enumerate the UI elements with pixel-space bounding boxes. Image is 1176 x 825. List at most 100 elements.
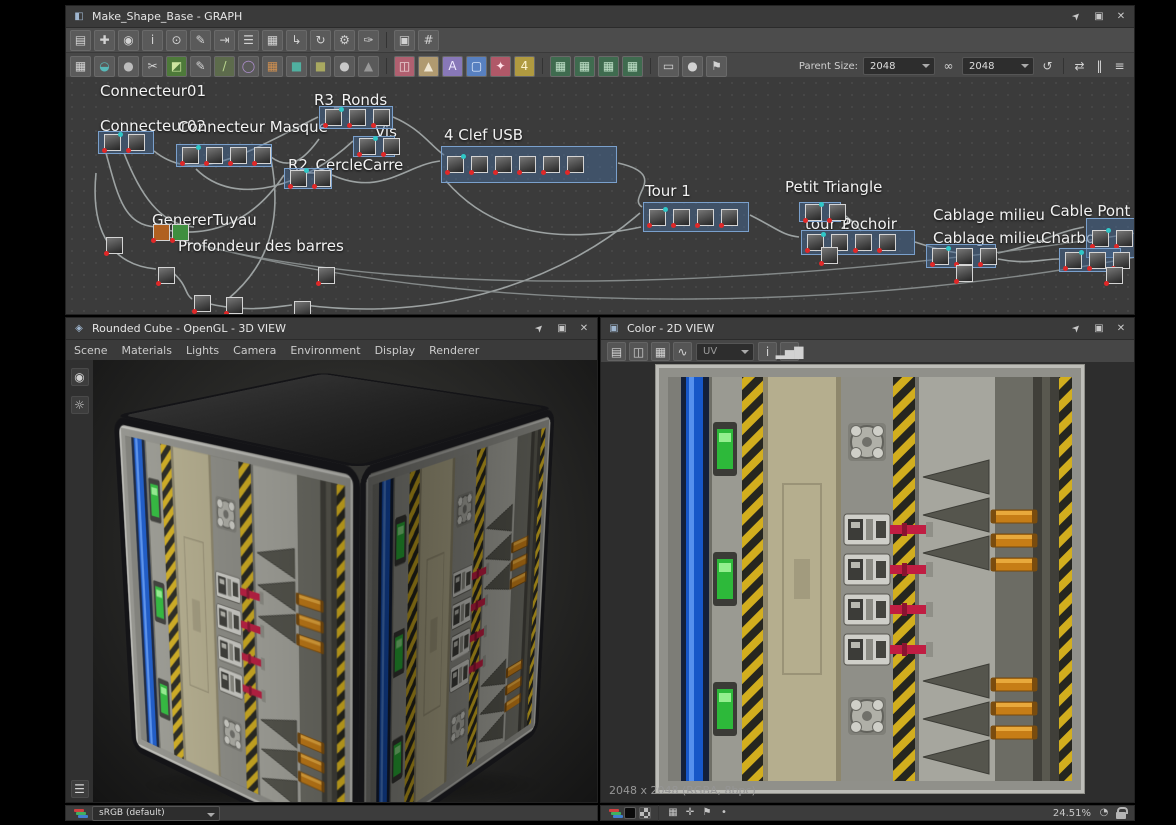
graph-canvas[interactable]: Connecteur01Connecteur02Connecteur Masqu… [66,77,1134,314]
graph-node[interactable] [697,209,714,226]
graph-node[interactable] [318,267,335,284]
graph-node[interactable] [359,138,376,155]
graph-node[interactable] [567,156,584,173]
menu-renderer[interactable]: Renderer [429,344,479,357]
colorspace-select[interactable]: sRGB (default) [92,806,220,821]
circle-icon[interactable]: ◔ [1097,806,1111,820]
camera-icon[interactable]: ◉ [71,368,89,386]
checker-swatch[interactable] [639,807,651,819]
link-icon[interactable]: ∿ [673,342,692,361]
pencil-node-icon[interactable]: ✎ [190,56,211,77]
split-view-icon[interactable]: ‖ [1091,58,1108,75]
graph-node[interactable] [104,134,121,151]
graph-node[interactable] [1065,252,1082,269]
graph-node[interactable] [226,297,243,314]
graph-node[interactable] [805,204,822,221]
gear-icon[interactable]: ⚙ [334,30,355,51]
graph-node[interactable] [294,301,311,314]
export-icon[interactable]: ⇥ [214,30,235,51]
node-cluster[interactable] [353,136,395,157]
wrench-icon[interactable]: ✑ [358,30,379,51]
histogram-icon[interactable]: ▂▅▇ [780,342,799,361]
graph-node[interactable] [1113,252,1130,269]
scissors-icon[interactable]: ✂ [142,56,163,77]
graph-node[interactable] [471,156,488,173]
teal-node-icon[interactable]: ■ [286,56,307,77]
graph-node[interactable] [254,147,271,164]
tile-node-icon[interactable]: ▦ [262,56,283,77]
cone-node-icon[interactable]: ▲ [358,56,379,77]
dot-node-icon[interactable]: ● [682,56,703,77]
olive-node-icon[interactable]: ■ [310,56,331,77]
graph-node[interactable] [980,248,997,265]
copy-icon[interactable]: ▦ [651,342,670,361]
graph-node[interactable] [373,109,390,126]
pin-icon[interactable]: ➤ [533,322,547,336]
graph-node[interactable] [106,237,123,254]
uv-mode-select[interactable]: UV [696,343,754,361]
node-cluster[interactable] [441,146,617,183]
graph-node[interactable] [495,156,512,173]
close-icon[interactable]: ✕ [577,322,591,336]
file-icon[interactable]: ▤ [70,30,91,51]
save-icon[interactable]: ◫ [629,342,648,361]
refresh-icon[interactable]: ↻ [310,30,331,51]
light-icon[interactable]: ☼ [71,396,89,414]
snap-grid-icon[interactable]: # [418,30,439,51]
graph-node[interactable] [206,147,223,164]
background-swatch[interactable] [624,807,636,819]
height-node-icon[interactable]: ▲ [418,56,439,77]
graph-node[interactable] [447,156,464,173]
dot-icon[interactable]: • [717,806,731,820]
graph-node[interactable] [932,248,949,265]
parent-size-width-select[interactable]: 2048 [863,57,935,75]
pixel-processor-icon[interactable]: ▦ [550,56,571,77]
camera-icon[interactable]: ◉ [118,30,139,51]
curve-node-icon[interactable]: ◩ [166,56,187,77]
node-cluster[interactable] [284,168,332,189]
menu-lights[interactable]: Lights [186,344,219,357]
list-icon[interactable]: ☰ [238,30,259,51]
levels-node-icon[interactable]: ◫ [394,56,415,77]
outline-icon[interactable]: ☰ [71,780,89,798]
graph-node[interactable] [314,170,331,187]
reset-size-icon[interactable]: ↺ [1039,58,1056,75]
swizzle-node-icon[interactable]: 4 [514,56,535,77]
graph-node[interactable] [128,134,145,151]
graph-node[interactable] [194,295,211,312]
blur-node-icon[interactable]: ● [118,56,139,77]
graph-node[interactable] [721,209,738,226]
info-icon[interactable]: i [142,30,163,51]
move-icon[interactable]: ✚ [94,30,115,51]
graph-node[interactable] [519,156,536,173]
graph-node[interactable] [829,204,846,221]
info-icon[interactable]: i [758,342,777,361]
sphere-node-icon[interactable]: ● [334,56,355,77]
layers-icon[interactable] [607,806,621,820]
transform-icon[interactable]: ✛ [683,806,697,820]
node-cluster[interactable] [319,106,393,129]
bitmap-node-icon[interactable]: ▦ [70,56,91,77]
fx-map-icon[interactable]: ▦ [574,56,595,77]
menu-scene[interactable]: Scene [74,344,108,357]
graph-node[interactable] [182,147,199,164]
flag-icon[interactable]: ⚑ [700,806,714,820]
graph-node[interactable] [1106,267,1123,284]
menu-display[interactable]: Display [375,344,416,357]
graph-node[interactable] [1116,230,1133,247]
eyedropper-icon[interactable]: ✎ [190,30,211,51]
graph-node[interactable] [1089,252,1106,269]
layout-icon[interactable]: ▦ [262,30,283,51]
graph-node[interactable] [821,247,838,264]
layers-icon[interactable] [72,806,86,820]
graph-node[interactable] [649,209,666,226]
gradient-node-icon[interactable]: ◒ [94,56,115,77]
float-icon[interactable]: ▣ [1092,10,1106,24]
graph-node[interactable] [956,248,973,265]
close-icon[interactable]: ✕ [1114,322,1128,336]
menu-environment[interactable]: Environment [290,344,360,357]
pin-icon[interactable]: ➤ [1070,322,1084,336]
frame-icon[interactable]: ▣ [394,30,415,51]
parent-size-height-select[interactable]: 2048 [962,57,1034,75]
float-icon[interactable]: ▣ [1092,322,1106,336]
